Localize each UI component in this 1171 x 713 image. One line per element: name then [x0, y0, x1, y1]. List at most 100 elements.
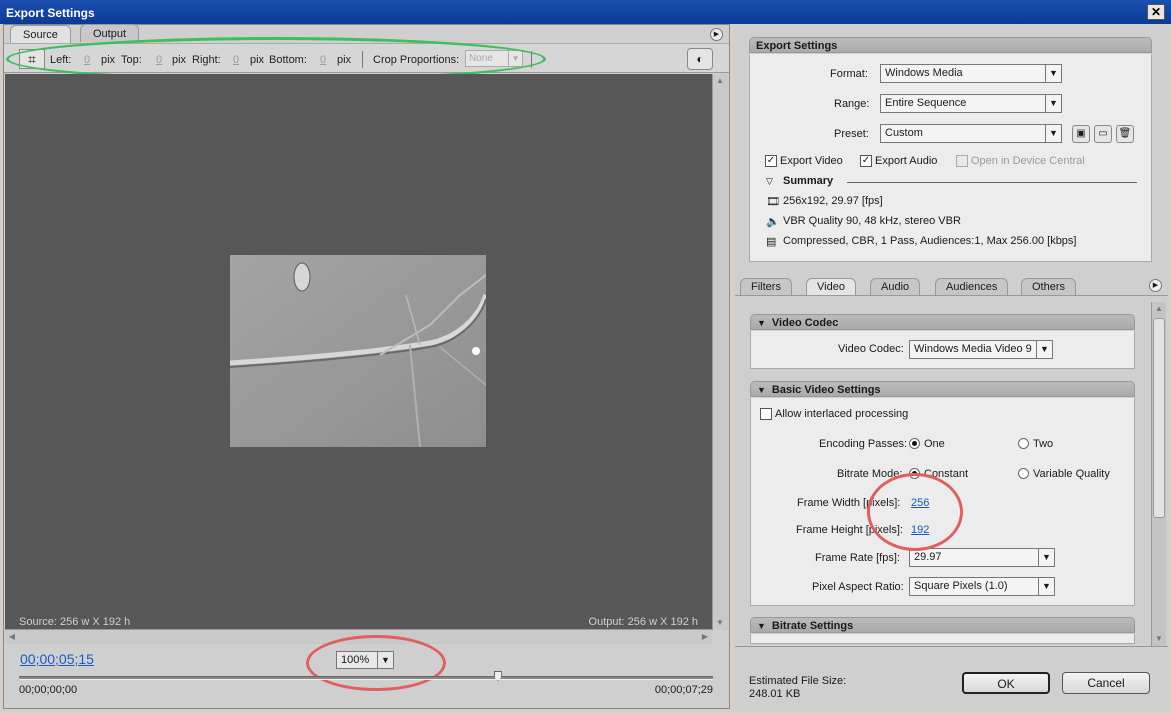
bitrate-settings-header[interactable]: ▼ Bitrate Settings [750, 617, 1135, 633]
video-codec-body: Video Codec: Windows Media Video 9 ▼ [750, 331, 1135, 369]
tab-output[interactable]: Output [80, 24, 140, 42]
video-codec-value: Windows Media Video 9 [914, 343, 1032, 355]
chevron-down-icon: ▼ [1045, 125, 1061, 142]
video-codec-header[interactable]: ▼ Video Codec [750, 314, 1135, 330]
section-title: Bitrate Settings [771, 620, 854, 632]
panel-menu-icon[interactable]: ▶ [710, 28, 723, 41]
format-value: Windows Media [885, 67, 963, 79]
collapse-icon: ▼ [757, 621, 766, 631]
format-select[interactable]: Windows Media ▼ [880, 64, 1062, 83]
interlaced-checkbox[interactable] [760, 408, 772, 420]
output-dimensions-label: Output: 256 w X 192 h [588, 616, 698, 628]
delete-preset-icon[interactable]: 🗑 [1116, 125, 1134, 143]
save-preset-icon[interactable]: ▣ [1072, 125, 1090, 143]
tab-source[interactable]: Source [10, 25, 71, 43]
pixel-aspect-select[interactable]: Square Pixels (1.0) ▼ [909, 577, 1055, 596]
scrollbar-thumb[interactable] [1153, 318, 1165, 518]
close-button[interactable]: ✕ [1147, 4, 1165, 20]
export-audio-label: Export Audio [875, 155, 938, 167]
annotation-red-ellipse [306, 635, 446, 691]
estimated-size-value: 248.01 KB [749, 688, 801, 700]
export-video-checkbox[interactable]: ✓ [765, 155, 777, 167]
chevron-down-icon: ▼ [1038, 549, 1054, 566]
chevron-down-icon: ▼ [1036, 341, 1052, 358]
encoding-passes-label: Encoding Passes: [819, 438, 908, 450]
bitrate-variable-label: Variable Quality [1033, 468, 1110, 480]
chevron-down-icon: ▼ [1045, 95, 1061, 112]
preset-value: Custom [885, 127, 923, 139]
export-settings-header: Export Settings [749, 37, 1152, 53]
export-audio-checkbox[interactable]: ✓ [860, 155, 872, 167]
format-label: Format: [830, 68, 868, 80]
range-value: Entire Sequence [885, 97, 967, 109]
summary-label: Summary [783, 175, 834, 187]
preview-viewer: Source: 256 w X 192 h Output: 256 w X 19… [5, 74, 712, 629]
divider [735, 295, 1168, 296]
open-device-central-label: Open in Device Central [971, 155, 1085, 167]
annotation-red-ellipse [867, 473, 963, 551]
frame-rate-label: Frame Rate [fps]: [815, 552, 900, 564]
ok-button[interactable]: OK [962, 672, 1050, 694]
frame-rate-select[interactable]: 29.97 ▼ [909, 548, 1055, 567]
summary-bitrate-text: Compressed, CBR, 1 Pass, Audiences:1, Ma… [783, 235, 1077, 247]
collapse-icon: ▼ [757, 318, 766, 328]
source-dimensions-label: Source: 256 w X 192 h [19, 616, 131, 628]
timeline-track[interactable] [19, 676, 713, 680]
tab-audio[interactable]: Audio [870, 278, 921, 295]
source-panel: Source Output ▶ ⌗ Left: 0 pix Top: 0 pix… [3, 24, 730, 709]
section-title: Basic Video Settings [771, 384, 881, 396]
scroll-down-icon[interactable]: ▼ [713, 616, 727, 630]
passes-one-label: One [924, 438, 945, 450]
passes-one-radio[interactable] [909, 438, 920, 449]
settings-vertical-scrollbar[interactable]: ▲ ▼ [1151, 302, 1166, 646]
current-timecode[interactable]: 00;00;05;15 [20, 651, 94, 667]
interlaced-label: Allow interlaced processing [775, 408, 909, 420]
video-codec-label: Video Codec: [838, 343, 904, 355]
film-icon: 🎞 [766, 196, 780, 208]
scroll-down-icon[interactable]: ▼ [1152, 632, 1166, 646]
window-title-bar: Export Settings ✕ [0, 0, 1171, 24]
tab-filters[interactable]: Filters [740, 278, 792, 295]
passes-two-radio[interactable] [1018, 438, 1029, 449]
summary-video-text: 256x192, 29.97 [fps] [783, 195, 883, 207]
section-title: Video Codec [771, 317, 839, 329]
passes-two-label: Two [1033, 438, 1054, 450]
import-preset-icon[interactable]: ▭ [1094, 125, 1112, 143]
video-codec-select[interactable]: Windows Media Video 9 ▼ [909, 340, 1053, 359]
export-settings-panel: Export Settings Format: Windows Media ▼ … [735, 24, 1168, 710]
basic-video-header[interactable]: ▼ Basic Video Settings [750, 381, 1135, 397]
start-timecode: 00;00;00;00 [19, 684, 78, 696]
viewer-vertical-scrollbar[interactable]: ▲ ▼ [712, 74, 728, 630]
preset-select[interactable]: Custom ▼ [880, 124, 1062, 143]
scroll-up-icon[interactable]: ▲ [713, 74, 727, 88]
bitrate-icon: ▤ [766, 236, 777, 248]
tab-video[interactable]: Video [806, 278, 856, 295]
bitrate-variable-radio[interactable] [1018, 468, 1029, 479]
frame-rate-value: 29.97 [914, 551, 942, 563]
cancel-button[interactable]: Cancel [1062, 672, 1150, 694]
video-frame-image [230, 255, 486, 447]
preset-label: Preset: [834, 128, 869, 140]
crop-toolbar: ⌗ Left: 0 pix Top: 0 pix Right: 0 pix Bo… [4, 37, 729, 81]
divider [847, 182, 1137, 183]
end-timecode: 00;00;07;29 [654, 684, 713, 696]
pixel-aspect-label: Pixel Aspect Ratio: [812, 581, 904, 593]
scroll-right-icon[interactable]: ▶ [698, 630, 712, 644]
panel-menu-icon[interactable]: ▶ [1149, 279, 1162, 292]
summary-toggle-icon[interactable]: ▽ [766, 176, 773, 187]
divider [735, 646, 1168, 647]
export-video-label: Export Video [780, 155, 843, 167]
section-title: Export Settings [756, 40, 838, 52]
range-select[interactable]: Entire Sequence ▼ [880, 94, 1062, 113]
estimated-size-label: Estimated File Size: [749, 675, 847, 687]
bitrate-settings-body [750, 634, 1135, 644]
tab-others[interactable]: Others [1021, 278, 1077, 295]
snapshot-icon[interactable]: ◐ [687, 48, 713, 70]
export-settings-body: Format: Windows Media ▼ Range: Entire Se… [749, 54, 1152, 262]
tab-audiences[interactable]: Audiences [935, 278, 1009, 295]
open-device-central-checkbox[interactable] [956, 155, 968, 167]
speaker-icon: 🔈 [766, 216, 780, 228]
chevron-down-icon: ▼ [1038, 578, 1054, 595]
scroll-up-icon[interactable]: ▲ [1152, 302, 1166, 316]
scroll-left-icon[interactable]: ◀ [5, 630, 19, 644]
